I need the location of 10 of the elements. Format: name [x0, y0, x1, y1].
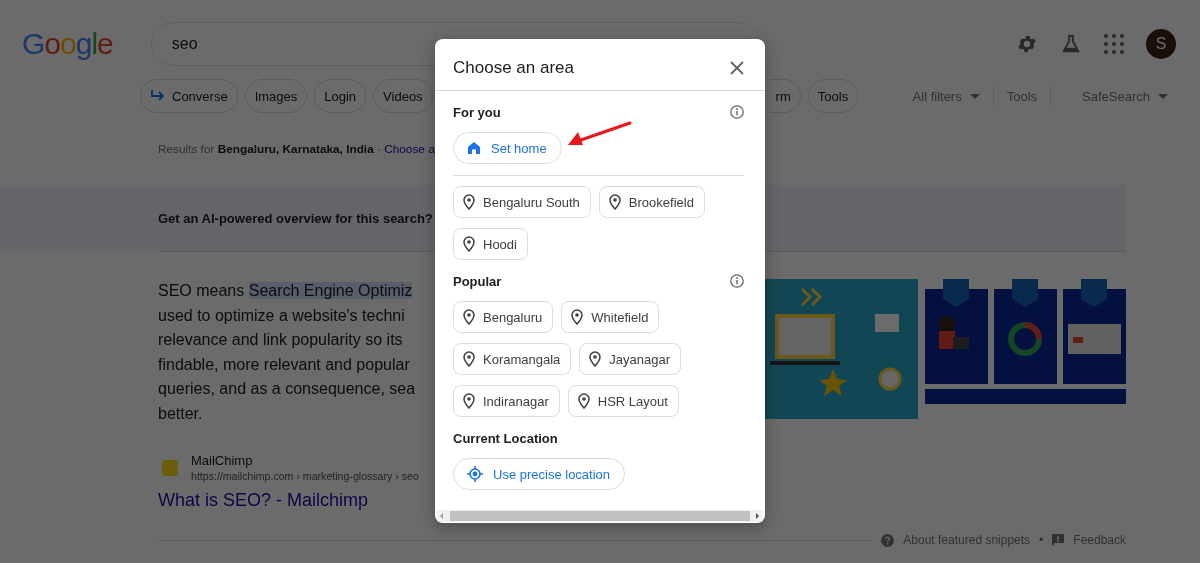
site-name: MailChimp [191, 453, 254, 468]
section-title: Popular [453, 273, 502, 289]
results-location-text: Results for Bengaluru, Karnataka, India · [158, 142, 381, 156]
separator-dot: • [1039, 533, 1044, 547]
dialog-title: Choose an area [453, 57, 574, 78]
snippet-paragraph: SEO means Search Engine Optimiz used to optimize a website's techni relevance and link popularity so its findable, more relevant and popular queries, and as a consequence, sea better. [158, 281, 417, 424]
ai-overview-prompt: Get an AI-powered overview for this search? [158, 210, 433, 226]
section-title: Current Location [453, 430, 558, 446]
section-title: For you [453, 104, 501, 120]
site-url: https://mailchimp.com › marketing-glossary › seo [191, 470, 419, 482]
